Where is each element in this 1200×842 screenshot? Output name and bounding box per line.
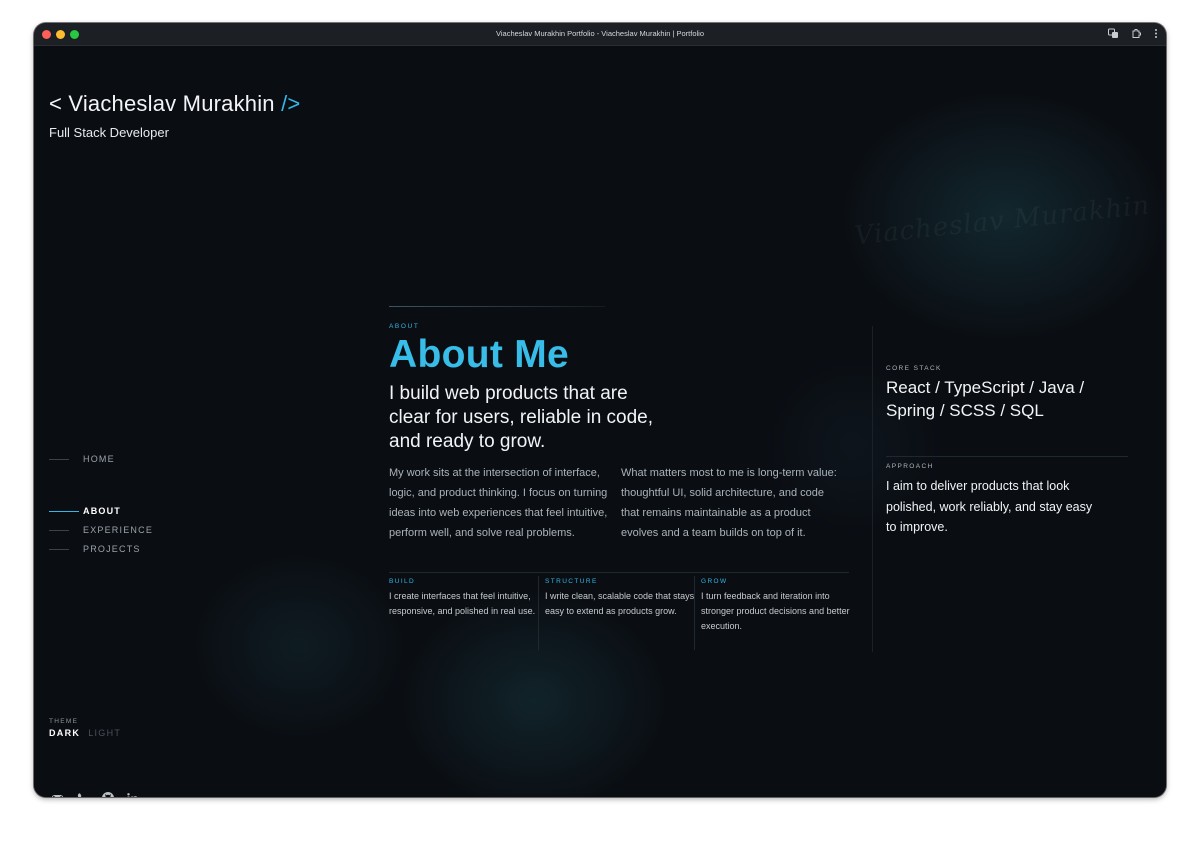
nav-indicator (49, 529, 69, 531)
nav-item-projects[interactable]: PROJECTS (49, 544, 141, 554)
extensions-icon[interactable] (1131, 28, 1142, 39)
nav-indicator (49, 458, 69, 460)
nav-indicator (49, 510, 79, 512)
section-divider (389, 306, 605, 307)
brand-tag: /> (281, 91, 301, 116)
nav-item-experience[interactable]: EXPERIENCE (49, 525, 153, 535)
card-text: I create interfaces that feel intuitive,… (389, 591, 536, 616)
card-label: GROW (701, 578, 728, 585)
theme-dark-button[interactable]: DARK (49, 728, 80, 738)
social-links (51, 790, 140, 797)
nav-item-about[interactable]: ABOUT (49, 506, 121, 516)
nav-indicator (49, 548, 69, 550)
theme-light-button[interactable]: LIGHT (88, 728, 121, 738)
translate-icon[interactable] (1108, 28, 1119, 39)
focus-card-build: BUILD I create interfaces that feel intu… (389, 578, 539, 619)
cards-divider (389, 572, 849, 573)
background-glow (184, 546, 414, 746)
nav-item-label: ABOUT (83, 506, 121, 516)
card-label: BUILD (389, 578, 416, 585)
core-stack-text: React / TypeScript / Java / Spring / SCS… (886, 378, 1085, 420)
theme-options: DARK LIGHT (49, 728, 121, 738)
toolbar-icons (1108, 28, 1158, 39)
theme-label: THEME (49, 718, 79, 725)
mail-icon[interactable] (51, 790, 65, 797)
window-title: Viacheslav Murakhin Portfolio - Viachesl… (495, 29, 705, 38)
card-text: I write clean, scalable code that stays … (545, 591, 695, 616)
section-title: About Me (389, 333, 570, 376)
more-menu-icon[interactable] (1154, 28, 1158, 39)
role-subtitle: Full Stack Developer (49, 125, 169, 140)
core-stack-label: CORE STACK (886, 365, 942, 372)
approach-text: I aim to deliver products that look poli… (886, 479, 1093, 534)
nav-item-label: HOME (83, 454, 115, 464)
about-lead: I build web products that are clear for … (389, 383, 654, 452)
aside-rule (886, 456, 1128, 457)
phone-icon[interactable] (76, 790, 90, 797)
about-paragraph-left: My work sits at the intersection of inte… (389, 467, 608, 539)
section-eyebrow: ABOUT (389, 323, 420, 330)
theme-switcher: THEME DARK LIGHT (49, 718, 121, 738)
portfolio-page: Viacheslav Murakhin < Viacheslav Murakhi… (34, 46, 1166, 797)
focus-card-grow: GROW I turn feedback and iteration into … (701, 578, 851, 634)
about-paragraph-right: What matters most to me is long-term val… (621, 467, 837, 539)
signature-watermark: Viacheslav Murakhin (853, 190, 1152, 252)
github-icon[interactable] (101, 790, 115, 797)
linkedin-icon[interactable] (126, 790, 140, 797)
site-logo[interactable]: < Viacheslav Murakhin /> (49, 91, 300, 117)
nav-item-label: PROJECTS (83, 544, 141, 554)
card-label: STRUCTURE (545, 578, 598, 585)
nav-item-label: EXPERIENCE (83, 525, 154, 535)
approach-label: APPROACH (886, 463, 934, 470)
brand-name: < Viacheslav Murakhin (49, 91, 275, 116)
focus-card-structure: STRUCTURE I write clean, scalable code t… (545, 578, 695, 619)
card-text: I turn feedback and iteration into stron… (701, 591, 850, 631)
nav-item-home[interactable]: HOME (49, 454, 115, 464)
aside-divider (872, 326, 873, 652)
title-bar: Viacheslav Murakhin Portfolio - Viachesl… (34, 23, 1166, 46)
browser-window: Viacheslav Murakhin Portfolio - Viachesl… (34, 23, 1166, 797)
